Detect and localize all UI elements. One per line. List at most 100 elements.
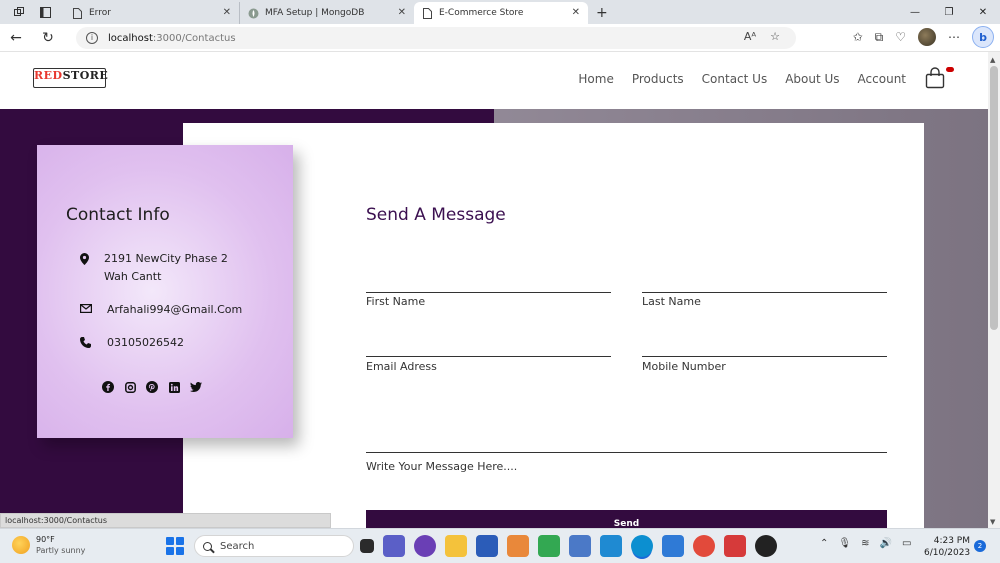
page-icon xyxy=(72,7,83,19)
bing-icon[interactable]: b xyxy=(972,26,994,48)
file-explorer-icon[interactable] xyxy=(445,535,467,557)
page-scrollbar[interactable]: ▲ ▼ xyxy=(988,52,1000,528)
calculator-icon[interactable] xyxy=(538,535,560,557)
phone-icon xyxy=(80,334,107,348)
contact-card xyxy=(183,123,924,528)
close-icon[interactable]: ✕ xyxy=(572,7,580,18)
teams-icon[interactable] xyxy=(383,535,405,557)
close-icon[interactable]: ✕ xyxy=(398,7,406,18)
taskbar-search[interactable]: Search xyxy=(194,535,354,557)
screen-recorder-icon[interactable] xyxy=(724,535,746,557)
more-options-icon[interactable]: ⋯ xyxy=(948,30,960,44)
minimize-icon[interactable]: — xyxy=(898,7,932,18)
browser-tab-ecommerce[interactable]: E-Commerce Store ✕ xyxy=(414,2,588,24)
instagram-icon[interactable] xyxy=(124,381,136,393)
facebook-icon[interactable] xyxy=(102,381,114,393)
nav-products[interactable]: Products xyxy=(632,72,684,86)
browser-tab-error[interactable]: Error ✕ xyxy=(64,2,240,24)
cart-badge xyxy=(946,67,954,72)
scroll-down-arrow-icon[interactable]: ▼ xyxy=(990,518,995,526)
mongodb-icon xyxy=(248,8,259,19)
workspaces-icon[interactable] xyxy=(13,3,25,22)
reload-icon[interactable]: ↻ xyxy=(32,30,64,46)
partly-sunny-icon xyxy=(12,536,30,554)
email-input[interactable] xyxy=(366,356,611,357)
info-icon[interactable]: i xyxy=(86,32,98,44)
restore-icon[interactable]: ❐ xyxy=(932,7,966,18)
favorites-icon[interactable]: ✩ xyxy=(853,30,863,44)
phone-row: 03105026542 xyxy=(80,334,184,352)
taskbar-clock[interactable]: 4:23 PM 6/10/2023 xyxy=(924,535,970,559)
tab-actions-icon[interactable] xyxy=(39,3,51,22)
search-icon xyxy=(203,541,212,551)
tab-strip-actions xyxy=(0,0,64,24)
address-line-1: 2191 NewCity Phase 2 xyxy=(104,252,228,265)
favorite-star-icon[interactable]: ☆ xyxy=(770,30,780,43)
volume-icon[interactable]: 🔊 xyxy=(879,538,891,549)
collections-icon[interactable]: ⧉ xyxy=(875,30,884,45)
edge-icon[interactable] xyxy=(631,535,653,557)
app-star-icon[interactable] xyxy=(507,535,529,557)
last-name-input[interactable] xyxy=(642,292,887,293)
nav-home[interactable]: Home xyxy=(578,72,613,86)
browser-essentials-icon[interactable]: ♡ xyxy=(895,30,906,44)
url-field[interactable]: i localhost:3000/Contactus Aᴬ ☆ xyxy=(76,27,796,49)
logo-red: RED xyxy=(34,69,63,82)
scrollbar-thumb[interactable] xyxy=(990,66,998,330)
url-host: localhost xyxy=(108,32,153,44)
map-pin-icon xyxy=(80,250,104,265)
virtualbox-icon[interactable] xyxy=(569,535,591,557)
profile-avatar[interactable] xyxy=(918,28,936,46)
email-row: Arfahali994@Gmail.Com xyxy=(80,301,242,319)
read-aloud-icon[interactable]: Aᴬ xyxy=(744,30,756,43)
taskbar-apps xyxy=(360,535,777,557)
media-player-icon[interactable] xyxy=(755,535,777,557)
notification-badge[interactable]: 2 xyxy=(974,540,986,552)
phone-text[interactable]: 03105026542 xyxy=(107,334,184,352)
url-path: :3000/Contactus xyxy=(152,32,236,44)
mail-icon[interactable] xyxy=(662,535,684,557)
weather-temp: 90°F xyxy=(36,535,55,544)
chrome-icon[interactable] xyxy=(693,535,715,557)
github-desktop-icon[interactable] xyxy=(414,535,436,557)
redstore-logo[interactable]: REDSTORE xyxy=(33,68,108,88)
windows-start-icon[interactable] xyxy=(166,537,184,555)
social-links xyxy=(102,381,202,393)
twitter-icon[interactable] xyxy=(190,381,202,393)
send-button[interactable]: Send xyxy=(366,510,887,528)
battery-icon[interactable]: ▭ xyxy=(902,538,911,549)
close-window-icon[interactable]: ✕ xyxy=(966,7,1000,18)
browser-tab-mongodb[interactable]: MFA Setup | MongoDB ✕ xyxy=(240,2,414,24)
microphone-icon[interactable]: 🎙 xyxy=(838,538,851,549)
email-label: Email Adress xyxy=(366,360,437,373)
clock-date: 6/10/2023 xyxy=(924,548,971,558)
word-icon[interactable] xyxy=(476,535,498,557)
weather-desc: Partly sunny xyxy=(36,546,86,555)
first-name-input[interactable] xyxy=(366,292,611,293)
site-header: REDSTORE Home Products Contact Us About … xyxy=(0,52,988,109)
nav-account[interactable]: Account xyxy=(858,72,906,86)
cart-button[interactable] xyxy=(925,67,954,89)
scroll-up-arrow-icon[interactable]: ▲ xyxy=(990,56,995,64)
close-icon[interactable]: ✕ xyxy=(223,7,231,18)
back-arrow-icon[interactable]: ← xyxy=(0,30,32,46)
weather-widget[interactable]: 90°F Partly sunny xyxy=(12,534,85,556)
message-textarea[interactable] xyxy=(366,452,887,453)
new-tab-button[interactable]: + xyxy=(596,2,608,24)
email-text[interactable]: Arfahali994@Gmail.Com xyxy=(107,301,242,319)
windows-taskbar: 90°F Partly sunny Search ⌃ 🎙 ≋ 🔊 ▭ 4:23 … xyxy=(0,528,1000,563)
first-name-label: First Name xyxy=(366,295,426,308)
chevron-up-icon[interactable]: ⌃ xyxy=(820,538,828,549)
mobile-number-label: Mobile Number xyxy=(642,360,726,373)
contact-info-panel: Contact Info 2191 NewCity Phase 2 Wah Ca… xyxy=(37,145,293,438)
linkedin-icon[interactable] xyxy=(168,381,180,393)
nav-contact-us[interactable]: Contact Us xyxy=(702,72,768,86)
shopping-bag-icon xyxy=(925,67,945,89)
task-view-icon[interactable] xyxy=(360,539,374,553)
pinterest-icon[interactable] xyxy=(146,381,158,393)
nav-about-us[interactable]: About Us xyxy=(785,72,839,86)
address-row: 2191 NewCity Phase 2 Wah Cantt xyxy=(80,250,228,286)
wifi-icon[interactable]: ≋ xyxy=(861,538,869,549)
mobile-number-input[interactable] xyxy=(642,356,887,357)
vscode-icon[interactable] xyxy=(600,535,622,557)
